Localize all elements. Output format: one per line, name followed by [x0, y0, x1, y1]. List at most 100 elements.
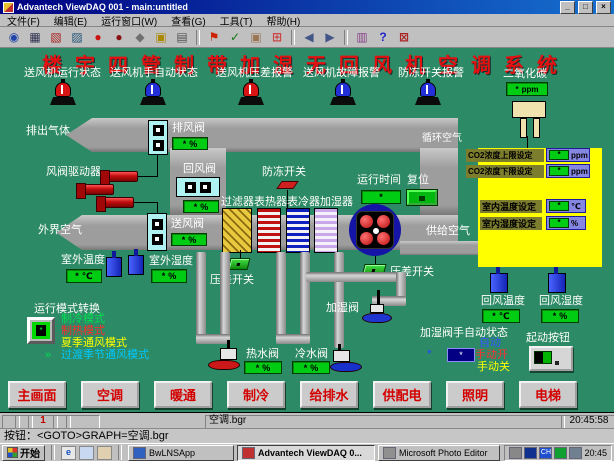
- hot-valve-value: *: [256, 363, 260, 373]
- task-photo-editor[interactable]: Microsoft Photo Editor: [378, 445, 500, 461]
- alarm-label-fan-handauto: 送风机手自动状态: [110, 68, 198, 79]
- alarm-ball-dark-icon[interactable]: ●: [109, 29, 129, 46]
- chart-icon[interactable]: ▧: [46, 29, 66, 46]
- maximize-button[interactable]: □: [578, 1, 593, 14]
- alarm-ball-icon[interactable]: ●: [88, 29, 108, 46]
- room-temp-setpoint-display[interactable]: *℃: [546, 199, 586, 213]
- locks-icon[interactable]: ▣: [246, 29, 266, 46]
- outdoor-temp-display: *℃: [66, 269, 102, 283]
- reset-label: 复位: [407, 175, 429, 186]
- panel-icon[interactable]: ▦: [25, 29, 45, 46]
- nav-water[interactable]: 给排水: [300, 381, 358, 408]
- fresh-valve-unit: %: [188, 235, 196, 245]
- cold-valve-body[interactable]: [333, 350, 350, 362]
- ie-quicklaunch-icon[interactable]: e: [61, 446, 76, 460]
- beacon-dome: [420, 82, 436, 97]
- humid-valve-body[interactable]: [370, 304, 384, 313]
- start-menu-button[interactable]: 开始: [2, 445, 45, 461]
- nav-power[interactable]: 供配电: [373, 381, 431, 408]
- menu-file[interactable]: 文件(F): [0, 13, 47, 28]
- mode-indicator-button[interactable]: *: [27, 317, 55, 344]
- exhaust-valve-label: 排风阀: [172, 123, 205, 134]
- volume-icon[interactable]: [509, 447, 522, 459]
- legend-manual-close: 手动关: [477, 362, 510, 373]
- nav-heating-vent[interactable]: 暖通: [154, 381, 212, 408]
- freeze-switch-icon[interactable]: [276, 181, 299, 189]
- alarm-label-freeze: 防冻开关报警: [398, 68, 464, 79]
- ack-green-icon[interactable]: ✓: [225, 29, 245, 46]
- outdoor-hum-label: 室外湿度: [149, 256, 193, 267]
- notebook-icon[interactable]: ▥: [352, 29, 372, 46]
- menu-view[interactable]: 查看(G): [164, 13, 212, 28]
- room-hum-setpoint-display[interactable]: *%: [546, 216, 586, 230]
- lock-key-icon[interactable]: ▣: [151, 29, 171, 46]
- nav-elevator[interactable]: 电梯: [519, 381, 577, 408]
- nav-refrigeration[interactable]: 制冷: [227, 381, 285, 408]
- windows-icon[interactable]: ⊞: [267, 29, 287, 46]
- toolbar: ◉ ▦ ▧ ▨ ● ● ◆ ▣ ▤ ⚑ ✓ ▣ ⊞ ◀ ▶ ▥ ? ⊠: [0, 27, 614, 48]
- fresh-valve-display: *%: [171, 233, 207, 246]
- outlook-quicklaunch-icon[interactable]: [97, 446, 112, 460]
- hot-water-pipe: [196, 252, 206, 340]
- exit-icon[interactable]: ⊠: [394, 29, 414, 46]
- trend-icon[interactable]: ▨: [67, 29, 87, 46]
- menu-run-window[interactable]: 运行窗口(W): [94, 13, 164, 28]
- filter-pressure-switch[interactable]: [228, 258, 251, 270]
- status-clock: 20:45:58: [561, 415, 614, 429]
- antivirus-icon[interactable]: [554, 447, 567, 459]
- help-icon[interactable]: ?: [373, 29, 393, 46]
- network-icon[interactable]: [569, 447, 582, 459]
- cold-valve-label: 冷水阀: [295, 349, 328, 360]
- nav-lighting[interactable]: 照明: [446, 381, 504, 408]
- mode-summer-vent: 夏季通风模式: [61, 338, 127, 349]
- circulating-air-label: 循环空气: [422, 134, 462, 144]
- reset-button[interactable]: [407, 190, 437, 205]
- nav-main-screen[interactable]: 主画面: [8, 381, 66, 408]
- mode-indicator-value: *: [36, 325, 46, 336]
- printer-icon[interactable]: ▤: [172, 29, 192, 46]
- forward-icon[interactable]: ▶: [320, 29, 340, 46]
- co2-label: 二氧化碳: [503, 69, 547, 80]
- close-button[interactable]: ×: [596, 1, 611, 14]
- beacon-dome: [243, 82, 259, 97]
- start-button-indicator: [534, 351, 552, 364]
- ime-indicator-icon[interactable]: CH: [539, 447, 552, 459]
- start-button[interactable]: [529, 346, 573, 371]
- hot-valve-unit: %: [262, 363, 270, 373]
- beacon-freeze: [415, 81, 441, 106]
- return-temp-label: 回风温度: [481, 296, 525, 307]
- hmi-canvas: 楼宇四管制带加湿无回风机空调系统 送风机运行状态 送风机手自动状态 送风机压差报…: [0, 48, 614, 412]
- minimize-button[interactable]: _: [560, 1, 575, 14]
- return-valve[interactable]: [176, 177, 220, 197]
- status-cell: [66, 415, 100, 429]
- tray-app-icon[interactable]: [524, 447, 537, 459]
- co2-unit: ppm: [522, 85, 539, 94]
- menu-tools[interactable]: 工具(T): [213, 13, 260, 28]
- nav-hvac-ac[interactable]: 空调: [81, 381, 139, 408]
- task-label: Microsoft Photo Editor: [399, 448, 488, 458]
- co2-low-setpoint-display[interactable]: *ppm: [546, 164, 590, 178]
- exhaust-valve-unit: %: [189, 139, 197, 149]
- task-viewdaq[interactable]: Advantech ViewDAQ 0...: [237, 445, 375, 461]
- co2-high-setpoint-display[interactable]: *ppm: [546, 148, 590, 162]
- room-hum-setpoint-unit: %: [571, 219, 578, 228]
- exhaust-valve-value: *: [183, 139, 187, 149]
- task-bwlnsapp[interactable]: BwLNSApp: [128, 445, 234, 461]
- desktop-quicklaunch-icon[interactable]: [79, 446, 94, 460]
- fresh-valve[interactable]: [147, 213, 167, 251]
- menu-help[interactable]: 帮助(H): [259, 13, 307, 28]
- menu-edit[interactable]: 编辑(E): [47, 13, 94, 28]
- back-icon[interactable]: ◀: [299, 29, 319, 46]
- zoom-icon[interactable]: ◉: [4, 29, 24, 46]
- exhaust-valve[interactable]: [148, 120, 168, 155]
- tool-icon[interactable]: ◆: [130, 29, 150, 46]
- toolbar-separator: [344, 30, 348, 45]
- fan-blade: [360, 232, 373, 245]
- outdoor-hum-value: *: [162, 271, 166, 281]
- supply-air-label: 供给空气: [426, 226, 470, 237]
- return-temp-display: *℃: [482, 309, 520, 323]
- humid-status-value: *: [459, 350, 463, 360]
- hot-valve-body[interactable]: [220, 348, 237, 360]
- ack-red-icon[interactable]: ⚑: [204, 29, 224, 46]
- task-label: Advantech ViewDAQ 0...: [258, 448, 362, 458]
